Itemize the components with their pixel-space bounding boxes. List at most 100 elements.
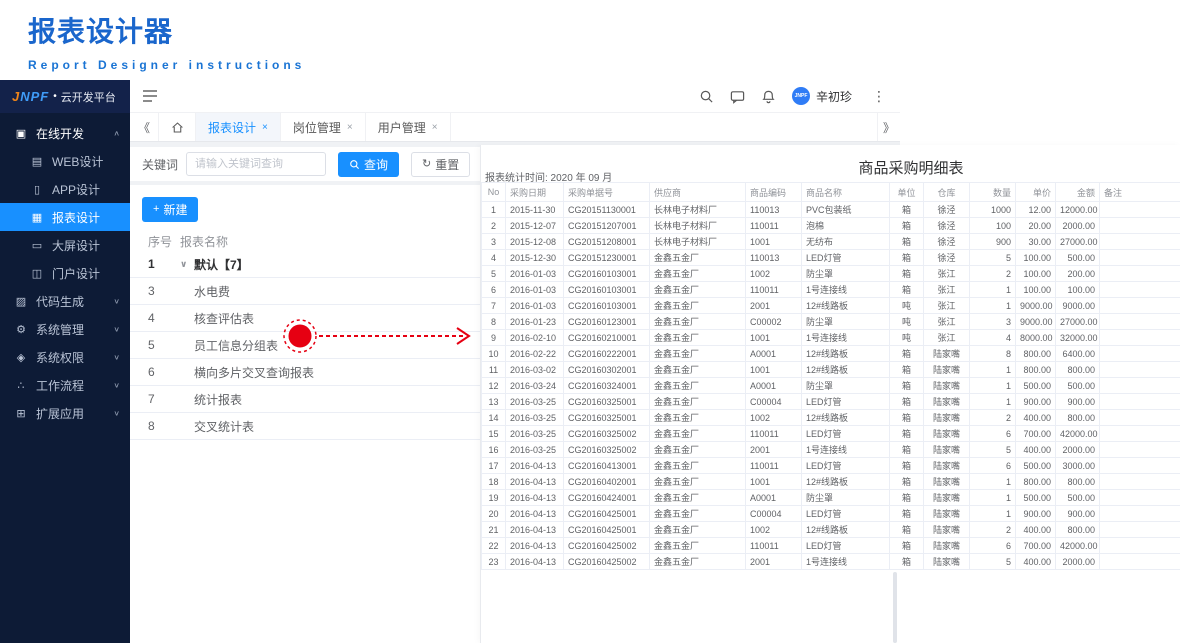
report-row: 3 2015-12-08 CG20151208001 长林电子材料厂 1001 无纺布箱徐… [481,233,1180,250]
close-icon[interactable]: × [262,122,268,133]
report-cell: 11 [481,361,506,378]
report-cell: 12#线路板 [801,473,890,490]
report-cell: 长林电子材料厂 [649,201,746,218]
sidebar-item-大屏设计[interactable]: ▭ 大屏设计 [0,231,130,259]
report-cell: 2016-03-25 [505,425,564,442]
report-cell: 12#线路板 [801,361,890,378]
message-icon[interactable] [730,89,745,104]
sidebar-item-门户设计[interactable]: ◫ 门户设计 [0,259,130,287]
user-menu[interactable]: JNPF 辛初珍 [791,87,852,105]
report-row: 7 2016-01-03 CG20160103001 金鑫五金厂 2001 12#线路板吨… [481,297,1180,314]
close-icon[interactable]: × [347,122,353,133]
list-item-no: 4 [148,311,155,325]
reset-button[interactable]: ↻ 重置 [411,151,471,177]
vertical-scrollbar[interactable] [893,572,897,643]
report-col-header: 仓库 [923,182,970,202]
report-row: 16 2016-03-25 CG20160325002 金鑫五金厂 2001 1号连接线箱… [481,441,1180,458]
report-row: 21 2016-04-13 CG20160425001 金鑫五金厂 1002 12#线路板… [481,521,1180,538]
sidebar-item-label: APP设计 [52,182,101,197]
report-cell: 400.00 [1015,441,1056,458]
report-cell: 2016-02-22 [505,345,564,362]
report-cell: 金鑫五金厂 [649,505,746,522]
sidebar-item-扩展应用[interactable]: ⊞ 扩展应用 ∨ [0,399,130,427]
report-cell: CG20160222001 [563,345,650,362]
report-cell: 张江 [923,265,970,282]
tabs-expand-icon[interactable]: 》 [877,113,900,141]
report-cell: 2001 [745,553,802,570]
sidebar-item-报表设计[interactable]: ▦ 报表设计 [0,203,130,231]
close-icon[interactable]: × [432,122,438,133]
sidebar-item-label: 代码生成 [36,294,85,309]
avatar: JNPF [791,87,810,105]
tab-报表设计[interactable]: 报表设计 × [196,113,281,141]
list-item[interactable]: 5 员工信息分组表 [130,332,480,359]
report-cell: 1号连接线 [801,281,890,298]
report-cell: LED灯管 [801,457,890,474]
more-options-icon[interactable]: ⋮ [868,88,890,105]
chevron-down-icon: ∨ [113,408,120,417]
tab-岗位管理[interactable]: 岗位管理 × [281,113,366,141]
list-item[interactable]: 1 ∨ 默认【7】 [130,251,480,278]
report-cell: 金鑫五金厂 [649,489,746,506]
list-item[interactable]: 3 水电费 [130,278,480,305]
report-cell: 12#线路板 [801,345,890,362]
sidebar-item-代码生成[interactable]: ▨ 代码生成 ∨ [0,287,130,315]
list-item[interactable]: 4 核查评估表 [130,305,480,332]
sidebar-item-系统权限[interactable]: ◈ 系统权限 ∨ [0,343,130,371]
report-cell: 金鑫五金厂 [649,425,746,442]
report-cell: 8 [969,345,1016,362]
search-button[interactable]: 查询 [338,151,400,177]
reset-button-label: 重置 [435,157,460,172]
report-cell: CG20160325002 [563,425,650,442]
report-cell [1099,489,1180,506]
report-design-icon: ▦ [31,211,43,224]
search-icon[interactable] [699,89,714,104]
sidebar-item-label: 大屏设计 [52,238,101,253]
report-cell: 箱 [889,409,924,426]
tab-用户管理[interactable]: 用户管理 × [366,113,451,141]
report-cell: 泡棉 [801,217,890,234]
sidebar-item-系统管理[interactable]: ⚙ 系统管理 ∨ [0,315,130,343]
report-cell: CG20151230001 [563,249,650,266]
sidebar-item-工作流程[interactable]: ∴ 工作流程 ∨ [0,371,130,399]
report-cell: 2 [969,265,1016,282]
report-cell: 2016-03-25 [505,409,564,426]
tabs-collapse-icon[interactable]: 《 [130,113,158,141]
report-cell: 陆家嘴 [923,441,970,458]
bell-icon[interactable] [761,89,776,104]
report-cell [1099,329,1180,346]
report-cell: CG20151208001 [563,233,650,250]
chevron-up-icon: ∧ [113,128,120,137]
sidebar-item-在线开发[interactable]: ▣ 在线开发 ∧ [0,119,130,147]
list-item[interactable]: 7 统计报表 [130,386,480,413]
report-cell: 110013 [745,249,802,266]
logo-dot-icon: • [53,91,57,102]
sidebar: JNPF • 云开发平台 ▣ 在线开发 ∧ ▤ WEB设计 ▯ APP设计 ▦ 报表设计 ▭ 大屏设… [0,80,130,643]
report-cell: CG20160425001 [563,505,650,522]
report-cell: 金鑫五金厂 [649,265,746,282]
menu-fold-icon[interactable] [142,88,158,104]
app-logo[interactable]: JNPF • 云开发平台 [0,80,130,113]
tab-home[interactable] [158,113,196,141]
report-cell: CG20160425002 [563,553,650,570]
report-cell: 防尘罩 [801,489,890,506]
list-item[interactable]: 8 交叉统计表 [130,413,480,440]
report-cell: 21 [481,521,506,538]
report-cell: 陆家嘴 [923,377,970,394]
report-col-header: 采购单据号 [563,182,650,202]
report-cell: 1001 [745,361,802,378]
report-cell: 42000.00 [1055,425,1100,442]
report-cell: 2001 [745,441,802,458]
report-cell: 110013 [745,201,802,218]
list-item[interactable]: 6 横向多片交叉查询报表 [130,359,480,386]
report-row: 9 2016-02-10 CG20160210001 金鑫五金厂 1001 1号连接线吨张… [481,329,1180,346]
tree-caret-icon[interactable]: ∨ [180,259,192,270]
report-cell: 2016-02-10 [505,329,564,346]
report-cell: 100.00 [1015,249,1056,266]
keyword-input[interactable] [186,152,327,176]
username: 辛初珍 [815,89,852,104]
tab-bar: 《 报表设计 × 岗位管理 × 用户管理 × 》 [130,113,900,142]
sidebar-item-WEB设计[interactable]: ▤ WEB设计 [0,147,130,175]
sidebar-item-APP设计[interactable]: ▯ APP设计 [0,175,130,203]
new-button[interactable]: + 新建 [142,197,199,222]
